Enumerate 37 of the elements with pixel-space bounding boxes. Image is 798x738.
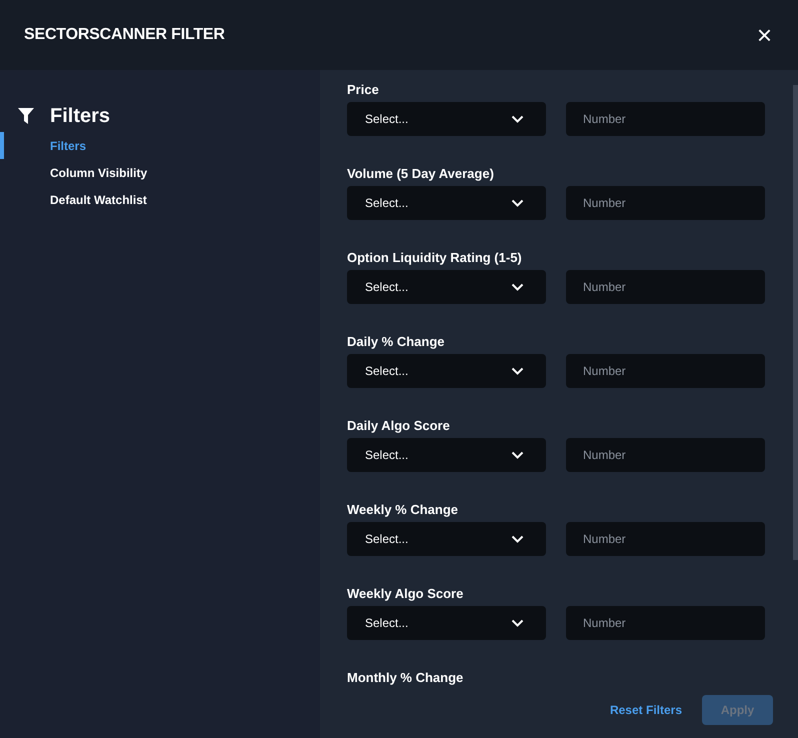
chevron-down-icon [511,451,524,459]
number-field[interactable]: Number [566,270,765,304]
filter-label: Monthly % Change [347,670,464,687]
chevron-down-icon [511,535,524,543]
chevron-down-icon [511,619,524,627]
close-button[interactable]: × [752,22,776,48]
sidebar-item[interactable]: Column Visibility [0,159,320,186]
number-field[interactable]: Number [566,186,765,220]
filter-label: Price [347,82,379,99]
sidebar-heading: Filters [50,104,110,128]
number-field[interactable]: Number [566,438,765,472]
number-field[interactable]: Number [566,102,765,136]
dialog-title: SECTORSCANNER FILTER [24,26,225,44]
filter-label: Weekly % Change [347,502,458,519]
number-field[interactable]: Number [566,606,765,640]
filter-label: Daily Algo Score [347,418,450,435]
chevron-down-icon [511,283,524,291]
number-field[interactable]: Number [566,354,765,388]
filter-label: Weekly Algo Score [347,586,464,603]
select-dropdown[interactable]: Select... [347,606,546,640]
select-dropdown[interactable]: Select... [347,186,546,220]
funnel-icon [18,108,34,124]
chevron-down-icon [511,199,524,207]
select-dropdown[interactable]: Select... [347,522,546,556]
number-field[interactable]: Number [566,522,765,556]
select-dropdown[interactable]: Select... [347,270,546,304]
chevron-down-icon [511,115,524,123]
select-dropdown[interactable]: Select... [347,354,546,388]
filter-label: Option Liquidity Rating (1-5) [347,250,522,267]
chevron-down-icon [511,367,524,375]
filter-label: Daily % Change [347,334,445,351]
filter-label: Volume (5 Day Average) [347,166,494,183]
sidebar-item[interactable]: Default Watchlist [0,186,320,213]
reset-filters-link[interactable]: Reset Filters [610,699,682,721]
select-dropdown[interactable]: Select... [347,102,546,136]
scrollbar[interactable] [793,85,798,560]
select-dropdown[interactable]: Select... [347,438,546,472]
